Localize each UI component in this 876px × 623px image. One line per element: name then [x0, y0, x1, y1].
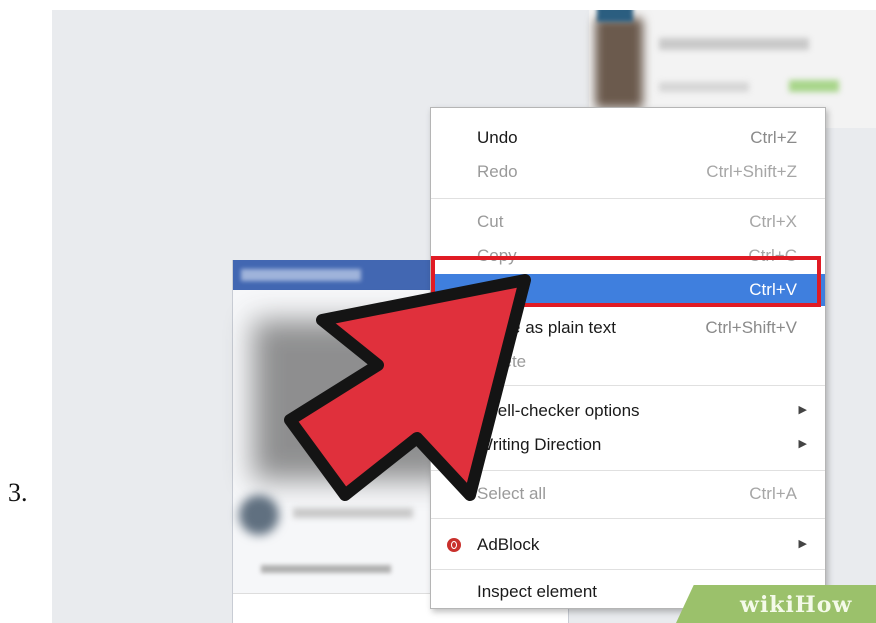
adblock-icon: [447, 538, 461, 552]
menu-label: AdBlock: [477, 535, 540, 554]
shortcut-label: Ctrl+X: [749, 212, 797, 231]
menu-item-adblock[interactable]: AdBlock ▶: [431, 529, 825, 561]
menu-item-delete[interactable]: Delete: [431, 346, 825, 378]
avatar-top: [597, 10, 633, 22]
menu-separator: [431, 198, 825, 199]
submenu-arrow-icon: ▶: [798, 438, 807, 450]
menu-item-writing-direction[interactable]: Writing Direction ▶: [431, 429, 825, 461]
context-menu: Undo Ctrl+Z Redo Ctrl+Shift+Z Cut Ctrl+X…: [430, 107, 826, 609]
menu-label: Copy: [477, 246, 517, 265]
blurred-message-image: [253, 320, 453, 480]
menu-label: Paste: [477, 280, 521, 299]
shortcut-label: Ctrl+C: [748, 246, 797, 265]
blurred-status: [789, 80, 839, 92]
avatar: [595, 18, 643, 108]
blurred-sent-note: [261, 565, 391, 573]
chat-contact-name: [241, 269, 361, 281]
shortcut-label: Ctrl+A: [749, 484, 797, 503]
blurred-avatar: [239, 495, 279, 535]
menu-item-paste-plain[interactable]: Paste as plain text Ctrl+Shift+V: [431, 312, 825, 344]
menu-label: Cut: [477, 212, 504, 231]
menu-separator: [431, 518, 825, 519]
menu-separator: [431, 569, 825, 570]
blurred-message-text: [293, 508, 413, 518]
blurred-name: [659, 38, 809, 50]
menu-item-copy[interactable]: Copy Ctrl+C: [431, 240, 825, 272]
menu-label: Redo: [477, 162, 518, 181]
menu-item-select-all[interactable]: Select all Ctrl+A: [431, 478, 825, 510]
menu-separator: [431, 470, 825, 471]
menu-label: Inspect element: [477, 582, 598, 601]
wikihow-watermark: wikiHow: [740, 592, 852, 618]
menu-label: Paste as plain text: [477, 318, 616, 337]
menu-separator: [431, 385, 825, 386]
shortcut-label: Ctrl+Shift+Z: [706, 162, 797, 181]
menu-item-undo[interactable]: Undo Ctrl+Z: [431, 122, 825, 154]
shortcut-label: Ctrl+V: [749, 280, 797, 299]
submenu-arrow-icon: ▶: [798, 538, 807, 550]
submenu-arrow-icon: ▶: [798, 404, 807, 416]
watermark-part-2: How: [794, 592, 853, 618]
menu-item-cut[interactable]: Cut Ctrl+X: [431, 206, 825, 238]
watermark-part-1: wiki: [740, 592, 795, 618]
menu-label: Delete: [477, 352, 527, 371]
menu-item-redo[interactable]: Redo Ctrl+Shift+Z: [431, 156, 825, 188]
shortcut-label: Ctrl+Shift+V: [705, 318, 797, 337]
blurred-detail: [659, 82, 749, 92]
step-number: 3.: [8, 478, 28, 507]
menu-label: Select all: [477, 484, 546, 503]
menu-label: Undo: [477, 128, 518, 147]
menu-item-paste[interactable]: Paste Ctrl+V: [431, 274, 825, 306]
menu-label: Writing Direction: [477, 435, 602, 454]
menu-label: Spell-checker options: [477, 401, 640, 420]
shortcut-label: Ctrl+Z: [750, 128, 797, 147]
menu-item-spell-checker[interactable]: Spell-checker options ▶: [431, 395, 825, 427]
